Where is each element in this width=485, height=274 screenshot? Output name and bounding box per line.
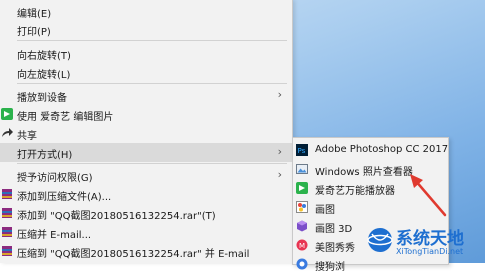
open-with-windows-photo-viewer[interactable]: Windows 照片查看器 [293, 160, 448, 179]
menu-item-print[interactable]: 打印(P) [0, 20, 292, 39]
open-with-iqiyi-player[interactable]: 爱奇艺万能播放器 [293, 179, 448, 198]
iqiyi-icon [296, 182, 308, 194]
menu-item-share[interactable]: 共享 [0, 124, 292, 143]
menu-separator [17, 40, 287, 41]
menu-item-edit[interactable]: 编辑(E) [0, 2, 292, 21]
app-label: 搜狗浏 [315, 262, 345, 273]
chevron-right-icon: › [277, 168, 282, 181]
context-menu: 编辑(E) 打印(P) 向右旋转(T) 向左旋转(L) 播放到设备 › 使用 爱… [0, 0, 293, 263]
menu-item-rotate-right[interactable]: 向右旋转(T) [0, 44, 292, 63]
iqiyi-icon [1, 108, 13, 120]
menu-item-compress-and-email[interactable]: 压缩并 E-mail... [0, 223, 292, 242]
menu-item-cast-to-device[interactable]: 播放到设备 › [0, 86, 292, 105]
watermark-url: XiTongTianDi.net [396, 247, 464, 256]
menu-item-label: 共享 [17, 131, 37, 142]
menu-item-add-to-rar[interactable]: 添加到 "QQ截图20180516132254.rar"(T) [0, 204, 292, 223]
meitu-icon: M [296, 239, 308, 251]
menu-item-label: 压缩到 "QQ截图20180516132254.rar" 并 E-mail [17, 249, 250, 260]
menu-item-edit-with-iqiyi[interactable]: 使用 爱奇艺 编辑图片 [0, 105, 292, 124]
photoshop-icon: Ps [296, 144, 308, 156]
menu-item-label: 向右旋转(T) [17, 51, 71, 62]
chevron-right-icon: › [277, 145, 282, 158]
menu-item-label: 授予访问权限(G) [17, 173, 93, 184]
menu-item-label: 向左旋转(L) [17, 70, 71, 81]
menu-item-compress-to-rar-and-email[interactable]: 压缩到 "QQ截图20180516132254.rar" 并 E-mail [0, 242, 292, 261]
app-label: 画图 [315, 205, 335, 216]
paint-icon [296, 201, 308, 213]
winrar-archive-icon [2, 227, 12, 237]
app-label: 画图 3D [315, 224, 353, 235]
app-label: 爱奇艺万能播放器 [315, 186, 395, 197]
app-label: 美图秀秀 [315, 243, 355, 254]
menu-item-grant-access[interactable]: 授予访问权限(G) › [0, 166, 292, 185]
sogou-browser-icon [296, 258, 308, 270]
open-with-photoshop[interactable]: Ps Adobe Photoshop CC 2017 [293, 141, 448, 160]
winrar-archive-icon [2, 189, 12, 199]
photo-viewer-icon [296, 164, 308, 174]
watermark-logo: 系统天地 XiTongTianDi.net [366, 218, 485, 263]
menu-item-label: 编辑(E) [17, 9, 52, 20]
app-label: Windows 照片查看器 [315, 167, 413, 178]
svg-text:M: M [299, 242, 305, 250]
app-label: Adobe Photoshop CC 2017 [315, 144, 449, 155]
menu-item-label: 打开方式(H) [17, 150, 73, 161]
share-icon [2, 128, 13, 137]
menu-item-label: 添加到压缩文件(A)... [17, 192, 112, 203]
menu-item-label: 添加到 "QQ截图20180516132254.rar"(T) [17, 211, 216, 222]
winrar-archive-icon [2, 246, 12, 256]
menu-separator [17, 163, 287, 164]
menu-item-label: 使用 爱奇艺 编辑图片 [17, 112, 114, 123]
menu-item-open-with[interactable]: 打开方式(H) › [0, 143, 292, 162]
winrar-archive-icon [2, 208, 12, 218]
globe-icon [367, 228, 393, 252]
menu-item-add-to-archive[interactable]: 添加到压缩文件(A)... [0, 185, 292, 204]
menu-item-label: 压缩并 E-mail... [17, 230, 92, 241]
menu-item-label: 播放到设备 [17, 93, 67, 104]
open-with-paint[interactable]: 画图 [293, 198, 448, 217]
svg-text:Ps: Ps [298, 147, 306, 155]
paint-3d-icon [297, 220, 307, 232]
menu-separator [17, 83, 287, 84]
chevron-right-icon: › [277, 88, 282, 101]
watermark-title: 系统天地 [396, 229, 464, 249]
menu-item-label: 打印(P) [17, 27, 51, 38]
menu-item-rotate-left[interactable]: 向左旋转(L) [0, 63, 292, 82]
